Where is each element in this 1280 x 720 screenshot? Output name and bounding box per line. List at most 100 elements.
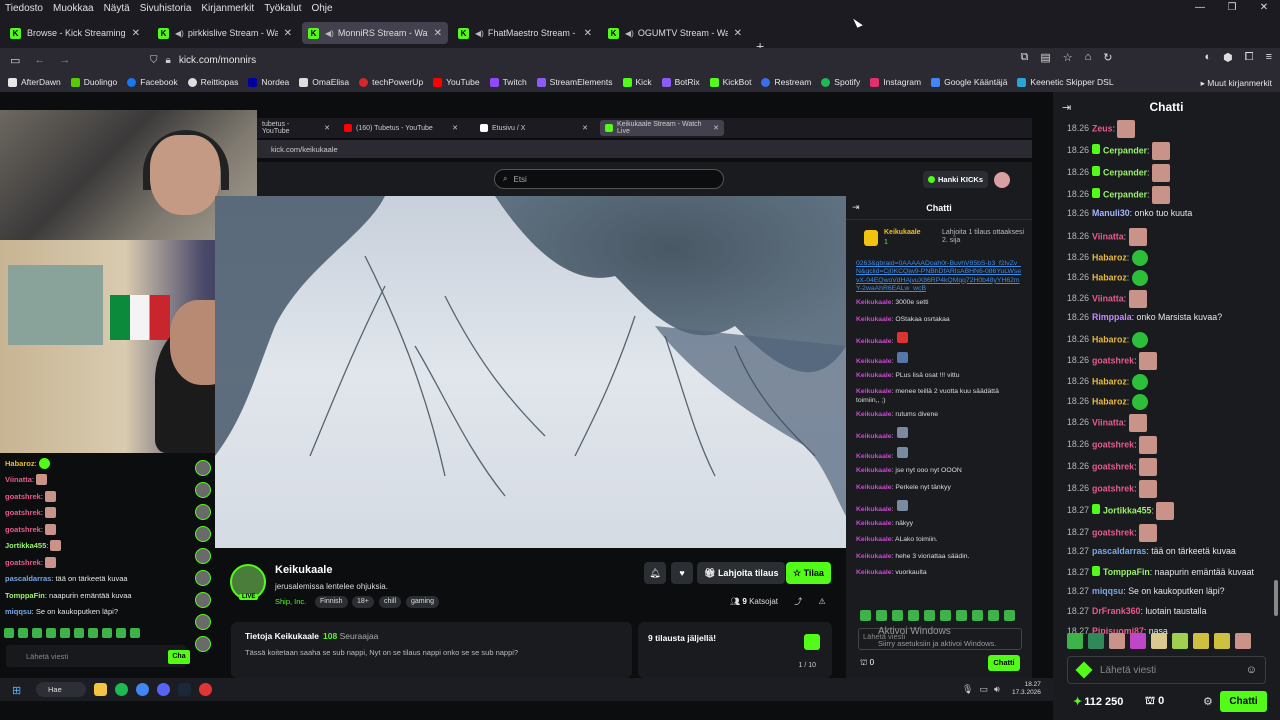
channel-avatar[interactable] — [194, 504, 211, 520]
emote-icon[interactable] — [74, 628, 84, 638]
chat-username[interactable]: Keikukaale — [856, 372, 892, 379]
inner-tab[interactable]: (160) Tubetus - YouTube ✕ — [339, 120, 463, 136]
video-player[interactable] — [215, 196, 846, 548]
bookmark-item[interactable]: Instagram — [870, 77, 921, 87]
chat-username[interactable]: Manuli30 — [1092, 208, 1130, 218]
chat-username[interactable]: Cerpander — [1103, 167, 1147, 177]
emote-icon[interactable] — [1109, 633, 1125, 649]
chat-username[interactable]: Jortikka455 — [1103, 505, 1151, 515]
chat-username[interactable]: Habaroz — [1092, 376, 1127, 386]
mini-chat-input[interactable]: Lähetä viesti — [6, 645, 186, 667]
emote-icon[interactable] — [1088, 633, 1104, 649]
emote-icon[interactable] — [18, 628, 28, 638]
chat-send-button[interactable]: Chatti — [1220, 691, 1267, 712]
channel-avatar[interactable] — [194, 548, 211, 564]
home-icon[interactable]: ⌂ — [1085, 51, 1092, 64]
close-tab-icon[interactable]: ✕ — [284, 28, 292, 39]
channel-avatar[interactable] — [194, 636, 211, 652]
emote-icon[interactable] — [4, 628, 14, 638]
bookmark-item[interactable]: Spotify — [821, 77, 860, 87]
chat-username[interactable]: pascaldarras — [1092, 546, 1146, 556]
bookmark-item[interactable]: Google Kääntäjä — [931, 77, 1007, 87]
chat-username[interactable]: Cerpander — [1103, 145, 1147, 155]
chat-username[interactable]: Cerpander — [1103, 189, 1147, 199]
emote-icon[interactable] — [908, 610, 919, 621]
chat-username[interactable]: Viinatta — [1092, 231, 1124, 241]
windows-start-icon[interactable]: ⊞ — [12, 684, 21, 697]
chat-username[interactable]: Keikukaale — [856, 388, 892, 395]
bookmark-item[interactable]: OmaElisa — [299, 77, 349, 87]
bookmark-item[interactable]: YouTube — [433, 77, 480, 87]
gift-counter[interactable]: ⛫ 0 — [1145, 695, 1164, 709]
sub-goal-gift-icon[interactable] — [804, 634, 820, 650]
mini-chat-button[interactable]: Cha — [168, 650, 190, 664]
bookmark-item[interactable]: techPowerUp — [359, 77, 423, 87]
close-tab-icon[interactable]: ✕ — [584, 28, 592, 39]
reload-icon[interactable]: ↻ — [1103, 51, 1112, 64]
close-tab-icon[interactable]: ✕ — [576, 124, 588, 132]
emote-icon[interactable] — [1193, 633, 1209, 649]
network-icon[interactable]: ▭ — [979, 684, 988, 695]
chat-username[interactable]: goatshrek — [1092, 527, 1134, 537]
inner-url-text[interactable]: kick.com/keikukaale — [271, 145, 338, 154]
menu-icon[interactable]: ≡ — [1266, 51, 1272, 64]
bookmark-item[interactable]: Kick — [622, 77, 652, 87]
steam-icon[interactable] — [178, 683, 191, 696]
bookmark-item[interactable]: BotRix — [661, 77, 700, 87]
close-tab-icon[interactable]: ✕ — [132, 28, 140, 39]
emote-icon[interactable] — [956, 610, 967, 621]
close-tab-icon[interactable]: ✕ — [707, 124, 719, 132]
tab-monnirs[interactable]: K ◀) MonniRS Stream - Watch Li ✕ — [302, 22, 448, 44]
obs-icon[interactable] — [199, 683, 212, 696]
report-icon[interactable]: ⚠ — [818, 597, 825, 606]
chat-username[interactable]: Keikukaale — [856, 453, 892, 460]
volume-icon[interactable]: 🔊︎ — [994, 684, 1000, 695]
speaker-icon[interactable]: ◀) — [325, 29, 334, 38]
emote-icon[interactable] — [940, 610, 951, 621]
bookmark-item[interactable]: Twitch — [489, 77, 527, 87]
url-text[interactable]: kick.com/monnirs — [179, 55, 256, 66]
chat-username[interactable]: goatshrek — [1092, 483, 1134, 493]
inner-tab[interactable]: Etusivu / X ✕ — [475, 120, 593, 136]
chat-link[interactable]: 0263&gbraid=0AAAAADoah0r-BuvhV85bS-b3_f2… — [856, 260, 1022, 294]
minimize-icon[interactable]: — — [1184, 0, 1216, 16]
reader-icon[interactable]: ▤ — [1040, 51, 1050, 64]
emote-icon[interactable] — [1172, 633, 1188, 649]
chat-username[interactable]: Keikukaale — [856, 338, 892, 345]
channel-avatar[interactable] — [194, 482, 211, 498]
speaker-icon[interactable]: ◀) — [175, 29, 184, 38]
chat-username[interactable]: Keikukaale — [856, 506, 892, 513]
tab-pirkkislive[interactable]: K ◀) pirkkislive Stream - Watch Li ✕ — [152, 22, 298, 44]
chat-username[interactable]: Keikukaale — [856, 484, 892, 491]
forward-icon[interactable]: → — [59, 54, 70, 66]
emote-icon[interactable] — [988, 610, 999, 621]
url-bar[interactable]: ⛉ 🔒︎ kick.com/monnirs — [150, 51, 980, 69]
chat-username[interactable]: Keikukaale — [856, 467, 892, 474]
stream-category[interactable]: Ship, Inc. — [275, 597, 306, 606]
emote-icon[interactable] — [1067, 633, 1083, 649]
menu-bookmarks[interactable]: Kirjanmerkit — [196, 3, 259, 14]
settings-gear-icon[interactable]: ⚙ — [1203, 695, 1213, 708]
discord-icon[interactable] — [157, 683, 170, 696]
close-tab-icon[interactable]: ✕ — [734, 28, 742, 39]
chat-username[interactable]: Keikukaale — [856, 569, 892, 576]
close-tab-icon[interactable]: ✕ — [446, 124, 458, 132]
streamer-name[interactable]: Keikukaale — [275, 564, 332, 576]
emote-icon[interactable] — [1235, 633, 1251, 649]
inner-url-bar[interactable]: kick.com/keikukaale — [257, 140, 1032, 158]
menu-help[interactable]: Ohje — [306, 3, 337, 14]
menu-history[interactable]: Sivuhistoria — [135, 3, 197, 14]
collapse-chat-icon[interactable]: ⇥ — [852, 202, 860, 213]
chat-input[interactable]: Lähetä viesti ☺ — [1067, 656, 1266, 684]
screenshot-icon[interactable]: ⧉ — [1020, 51, 1028, 64]
chat-username[interactable]: Keikukaale — [856, 316, 892, 323]
emote-icon[interactable] — [876, 610, 887, 621]
speaker-icon[interactable]: ◀) — [475, 29, 484, 38]
search-input[interactable]: ⌕ Etsi — [494, 169, 724, 189]
emote-icon[interactable] — [130, 628, 140, 638]
chat-username[interactable]: Keikukaale — [856, 536, 892, 543]
tab-ogumtv[interactable]: K ◀) OGUMTV Stream - Watch Li ✕ — [602, 22, 748, 44]
emote-icon[interactable] — [1151, 633, 1167, 649]
chat-username[interactable]: Keikukaale — [856, 299, 892, 306]
channel-avatar[interactable] — [194, 614, 211, 630]
